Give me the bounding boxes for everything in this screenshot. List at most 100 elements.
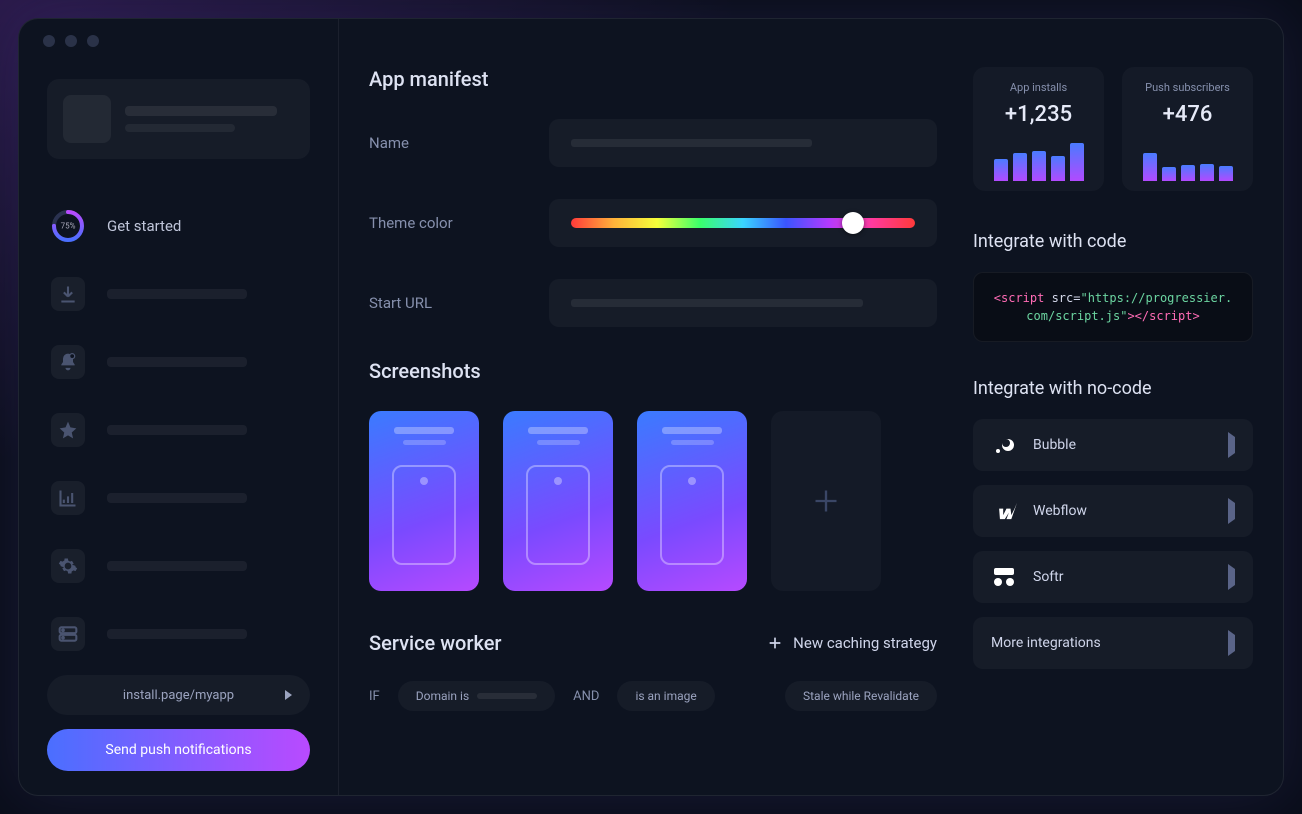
sidebar-item-label: Get started <box>107 217 181 235</box>
server-icon <box>51 617 85 651</box>
main-content: App manifest Name Theme color Start URL <box>339 19 1283 795</box>
chart-icon <box>51 481 85 515</box>
play-icon <box>1228 437 1235 453</box>
plus-icon <box>767 635 783 651</box>
section-title-manifest: App manifest <box>369 67 937 91</box>
slider-thumb[interactable] <box>842 212 864 234</box>
sidebar-item-notifications[interactable] <box>47 335 310 389</box>
send-push-button[interactable]: Send push notifications <box>47 729 310 771</box>
chip-domain[interactable]: Domain is <box>398 681 555 711</box>
star-icon <box>51 413 85 447</box>
placeholder-line <box>107 357 247 367</box>
code-token: ></script> <box>1127 309 1199 323</box>
caching-rule: IF Domain is AND is an image Stale while… <box>369 681 937 711</box>
integration-webflow[interactable]: Webflow <box>973 485 1253 537</box>
window-dot <box>65 35 77 47</box>
window-dot <box>43 35 55 47</box>
placeholder-line <box>571 299 863 307</box>
placeholder-line <box>107 289 247 299</box>
add-screenshot-button[interactable] <box>771 411 881 591</box>
field-label: Start URL <box>369 294 549 312</box>
sidebar: 75% Get started <box>19 19 339 795</box>
app-window: 75% Get started <box>18 18 1284 796</box>
play-icon <box>1228 569 1235 585</box>
screenshot-thumb[interactable] <box>637 411 747 591</box>
color-track <box>571 218 915 228</box>
bell-icon <box>51 345 85 379</box>
progress-percent: 75% <box>61 222 76 231</box>
section-title-screenshots: Screenshots <box>369 359 937 383</box>
sidebar-item-settings[interactable] <box>47 539 310 593</box>
sidebar-item-get-started[interactable]: 75% Get started <box>47 199 310 253</box>
integration-label: Webflow <box>1033 503 1087 519</box>
profile-text <box>125 106 294 132</box>
webflow-icon <box>991 498 1017 524</box>
stat-value: +476 <box>1134 102 1241 127</box>
new-strategy-button[interactable]: New caching strategy <box>767 634 937 652</box>
name-input[interactable] <box>549 119 937 167</box>
screenshot-list <box>369 411 937 591</box>
play-icon <box>1228 635 1235 651</box>
download-icon <box>51 277 85 311</box>
stat-card-subscribers[interactable]: Push subscribers +476 <box>1122 67 1253 191</box>
install-url-bar[interactable]: install.page/myapp <box>47 675 310 715</box>
softr-icon <box>991 564 1017 590</box>
chart-bar <box>1143 153 1157 181</box>
sidebar-item-favorites[interactable] <box>47 403 310 457</box>
service-worker-header: Service worker New caching strategy <box>369 631 937 655</box>
integration-softr[interactable]: Softr <box>973 551 1253 603</box>
sidebar-item-analytics[interactable] <box>47 471 310 525</box>
placeholder-line <box>107 425 247 435</box>
gear-icon <box>51 549 85 583</box>
progress-ring-icon: 75% <box>51 209 85 243</box>
placeholder-line <box>107 629 247 639</box>
stat-value: +1,235 <box>985 102 1092 127</box>
window-controls <box>43 35 99 47</box>
sidebar-item-server[interactable] <box>47 607 310 661</box>
section-title-service-worker: Service worker <box>369 631 502 655</box>
chart-bar <box>1051 156 1065 181</box>
play-icon <box>285 690 292 700</box>
integration-bubble[interactable]: Bubble <box>973 419 1253 471</box>
chart-bar <box>1219 166 1233 181</box>
chart-bar <box>1162 167 1176 181</box>
bubble-icon <box>991 432 1017 458</box>
rule-and: AND <box>573 689 599 704</box>
starturl-input[interactable] <box>549 279 937 327</box>
screenshot-thumb[interactable] <box>369 411 479 591</box>
integration-more[interactable]: More integrations <box>973 617 1253 669</box>
subscribers-bar-chart <box>1134 139 1241 181</box>
chip-label: Domain is <box>416 689 469 703</box>
integration-label: Bubble <box>1033 437 1076 453</box>
chip-image[interactable]: is an image <box>617 681 714 711</box>
chip-strategy[interactable]: Stale while Revalidate <box>785 681 937 711</box>
chart-bar <box>994 159 1008 181</box>
section-title-nocode: Integrate with no-code <box>973 378 1253 399</box>
chart-bar <box>1032 151 1046 181</box>
avatar <box>63 95 111 143</box>
placeholder-line <box>571 139 812 147</box>
stat-title: Push subscribers <box>1134 81 1241 94</box>
sidebar-item-download[interactable] <box>47 267 310 321</box>
screenshot-thumb[interactable] <box>503 411 613 591</box>
section-title-code: Integrate with code <box>973 231 1253 252</box>
chart-bar <box>1013 153 1027 181</box>
center-column: App manifest Name Theme color Start URL <box>369 67 937 771</box>
stats-row: App installs +1,235 Push subscribers +47… <box>973 67 1253 191</box>
code-token: <script <box>994 291 1045 305</box>
placeholder-line <box>477 693 537 699</box>
field-name: Name <box>369 119 937 167</box>
field-label: Theme color <box>369 214 549 232</box>
stat-card-installs[interactable]: App installs +1,235 <box>973 67 1104 191</box>
chart-bar <box>1181 165 1195 181</box>
color-slider[interactable] <box>549 199 937 247</box>
integration-label: More integrations <box>991 635 1101 651</box>
plus-icon <box>812 487 840 515</box>
placeholder-line <box>107 493 247 503</box>
button-label: New caching strategy <box>793 634 937 652</box>
code-snippet[interactable]: <script src="https://progressier.com/scr… <box>973 272 1253 342</box>
play-icon <box>1228 503 1235 519</box>
installs-bar-chart <box>985 139 1092 181</box>
stat-title: App installs <box>985 81 1092 94</box>
profile-card[interactable] <box>47 79 310 159</box>
